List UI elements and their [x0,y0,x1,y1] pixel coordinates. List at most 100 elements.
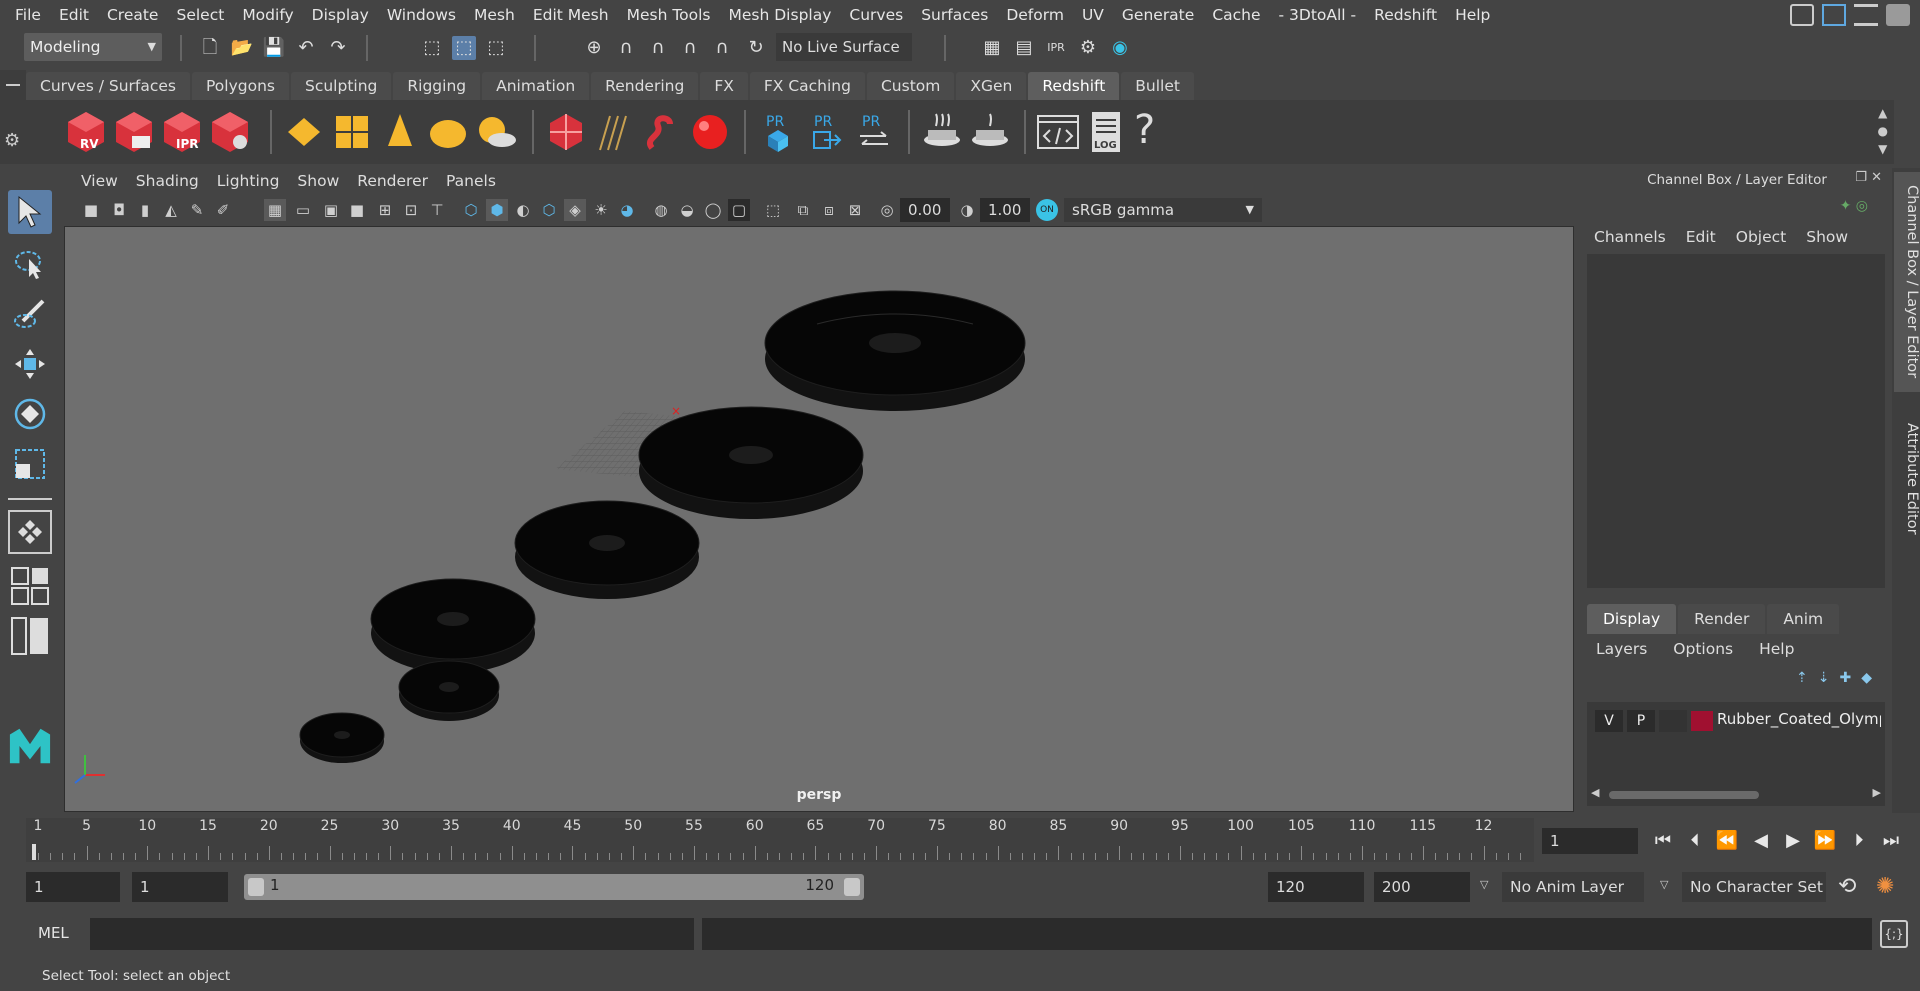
animation-start-field[interactable]: 1 [26,872,120,902]
menu-edit-mesh[interactable]: Edit Mesh [524,6,618,24]
help-menu[interactable]: Help [1759,640,1820,658]
save-scene-icon[interactable]: 💾 [262,36,286,60]
tab-render[interactable]: Render [1678,604,1766,634]
time-slider[interactable]: 1 5 10 15 20 25 30 35 40 45 50 55 60 65 70 75 80 85 90 95 10… [26,818,1534,862]
workspace-list-icon[interactable] [1854,4,1878,26]
gamma-field[interactable]: 1.00 [980,198,1030,222]
lasso-tool[interactable] [8,242,52,286]
animation-preferences-icon[interactable]: ✺ [1876,874,1894,899]
new-scene-icon[interactable]: 🗋 [198,36,222,60]
tab-sculpting[interactable]: Sculpting [291,72,392,100]
gamma-icon[interactable]: ◑ [956,199,978,221]
shadows-icon[interactable]: ☀ [590,199,612,221]
layout-four-button[interactable] [8,566,52,606]
grid-toggle-icon[interactable]: ▦ [264,199,286,221]
menu-uv[interactable]: UV [1073,6,1113,24]
play-forwards-icon[interactable]: ▶ [1780,828,1806,854]
isolate-select-icon[interactable]: ▢ [728,199,750,221]
exposure-icon[interactable]: ◎ [876,199,898,221]
redshift-render-view-icon[interactable]: RV [64,110,108,154]
menu-cache[interactable]: Cache [1203,6,1269,24]
go-to-start-icon[interactable]: ⏮ [1650,828,1676,854]
chevron-down-icon[interactable]: ▽ [1660,878,1668,891]
animation-end-field[interactable]: 200 [1374,872,1470,902]
viewport-menu-panels[interactable]: Panels [437,172,505,190]
script-editor-button[interactable]: {;} [1880,920,1908,948]
snap-curve-icon[interactable]: ∩ [614,36,638,60]
show-menu[interactable]: Show [1796,228,1858,246]
menu-deform[interactable]: Deform [997,6,1073,24]
xray-icon[interactable]: ⬚ [762,199,784,221]
wireframe-icon[interactable]: ⬡ [460,199,482,221]
log-icon[interactable]: LOG [1084,110,1128,154]
range-end-handle[interactable] [844,878,860,896]
menu-curves[interactable]: Curves [840,6,912,24]
new-layer-selected-icon[interactable]: ◆ [1861,670,1882,686]
live-surface-field[interactable]: No Live Surface [776,33,912,61]
mode-selector[interactable]: Modeling ▼ [24,33,162,61]
resolution-gate-icon[interactable]: ▣ [320,199,342,221]
film-gate-icon[interactable]: ▭ [292,199,314,221]
redo-icon[interactable]: ↷ [326,36,350,60]
layer-row[interactable]: V P Rubber_Coated_Olymp [1587,702,1885,740]
tab-bullet[interactable]: Bullet [1121,72,1194,100]
float-panel-icon[interactable]: ❐ [1855,170,1867,185]
menu-redshift[interactable]: Redshift [1365,6,1446,24]
scale-tool[interactable] [8,442,52,486]
render-settings-icon[interactable]: ⚙ [1076,36,1100,60]
viewport-menu-lighting[interactable]: Lighting [208,172,289,190]
object-menu[interactable]: Object [1726,228,1796,246]
menu-create[interactable]: Create [98,6,168,24]
viewport-menu-view[interactable]: View [72,172,127,190]
command-language-label[interactable]: MEL [38,924,69,942]
viewport-menu-shading[interactable]: Shading [127,172,208,190]
options-menu[interactable]: Options [1673,640,1759,658]
motion-blur-icon[interactable]: ◍ [650,199,672,221]
menu-help[interactable]: Help [1446,6,1499,24]
snap-grid-icon[interactable]: ⊕ [582,36,606,60]
channel-box-list[interactable] [1587,254,1885,588]
snap-surface-icon[interactable]: ∩ [710,36,734,60]
bookmark-icon[interactable]: ▮ [134,199,156,221]
select-hierarchy-icon[interactable]: ⬚ [420,36,444,60]
sphere-material-icon[interactable] [688,110,732,154]
proxy-object-icon[interactable] [544,110,588,154]
layer-list-scrollbar[interactable]: ◀ ▶ [1591,786,1881,802]
edit-menu[interactable]: Edit [1676,228,1726,246]
workspace-cube-icon[interactable] [1790,4,1814,26]
viewport-menu-renderer[interactable]: Renderer [348,172,437,190]
weight-plate-2[interactable] [370,578,536,673]
range-slider[interactable]: 1 120 [244,874,864,900]
layer-type-toggle[interactable] [1659,710,1687,732]
camera-attributes-icon[interactable]: ◘ [108,199,130,221]
bake-icon[interactable] [920,110,964,154]
redshift-settings-icon[interactable] [208,110,252,154]
tab-fx[interactable]: FX [700,72,748,100]
xray-active-icon[interactable]: ⧈ [818,199,840,221]
menu-select[interactable]: Select [167,6,233,24]
gate-mask-icon[interactable]: ■ [346,199,368,221]
weight-plate-5[interactable] [764,290,1026,411]
wireframe-on-shaded-icon[interactable]: ◐ [512,199,534,221]
weight-plate-3[interactable] [514,500,700,599]
open-scene-icon[interactable]: 📂 [230,36,254,60]
rotate-tool[interactable] [8,392,52,436]
volume-icon[interactable] [640,110,684,154]
menu-file[interactable]: File [6,6,50,24]
viewport-menu-show[interactable]: Show [288,172,348,190]
move-tool[interactable] [8,342,52,386]
playback-end-field[interactable]: 120 [1268,872,1364,902]
step-forward-frame-icon[interactable]: ⏵ [1846,828,1872,854]
tab-animation[interactable]: Animation [482,72,590,100]
layer-visibility-toggle[interactable]: V [1595,710,1623,732]
new-layer-icon[interactable]: ✚ [1839,670,1861,686]
safe-action-icon[interactable]: ⊡ [400,199,422,221]
tab-xgen[interactable]: XGen [956,72,1027,100]
perspective-viewport[interactable]: × persp [64,226,1574,812]
camera-icon[interactable]: ■ [80,199,102,221]
sun-sky-icon[interactable] [474,110,518,154]
current-frame-field[interactable]: 1 [1542,828,1638,854]
depth-of-field-icon[interactable]: ◯ [702,199,724,221]
scrollbar-thumb[interactable] [1609,791,1759,799]
workspace-layout-icon[interactable] [1822,4,1846,26]
